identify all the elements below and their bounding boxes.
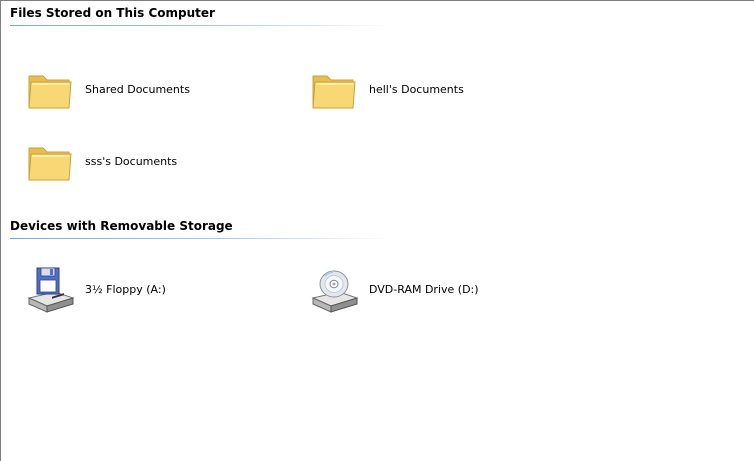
folder-icon	[28, 75, 72, 109]
item-dvd-ram-drive[interactable]: DVD-RAM Drive (D:)	[309, 263, 479, 315]
group-divider-devices	[10, 238, 390, 239]
item-label: Shared Documents	[85, 82, 190, 96]
item-hells-documents[interactable]: hell's Documents	[309, 63, 464, 115]
group-header-files: Files Stored on This Computer	[10, 6, 215, 20]
folder-icon	[28, 147, 72, 181]
group-divider-files	[10, 25, 390, 26]
item-label: sss's Documents	[85, 154, 178, 168]
item-shared-documents[interactable]: Shared Documents	[25, 63, 190, 115]
dvd-drive-icon	[311, 270, 359, 313]
item-label: hell's Documents	[369, 82, 464, 96]
explorer-content-pane: Files Stored on This Computer Shared Doc…	[0, 0, 754, 461]
floppy-drive-icon	[27, 267, 75, 313]
folder-icon	[312, 75, 356, 109]
item-label: 3½ Floppy (A:)	[85, 282, 166, 296]
item-sss-documents[interactable]: sss's Documents	[25, 135, 177, 187]
group-header-devices: Devices with Removable Storage	[10, 219, 233, 233]
item-label: DVD-RAM Drive (D:)	[369, 282, 479, 296]
item-floppy-drive[interactable]: 3½ Floppy (A:)	[25, 263, 166, 315]
